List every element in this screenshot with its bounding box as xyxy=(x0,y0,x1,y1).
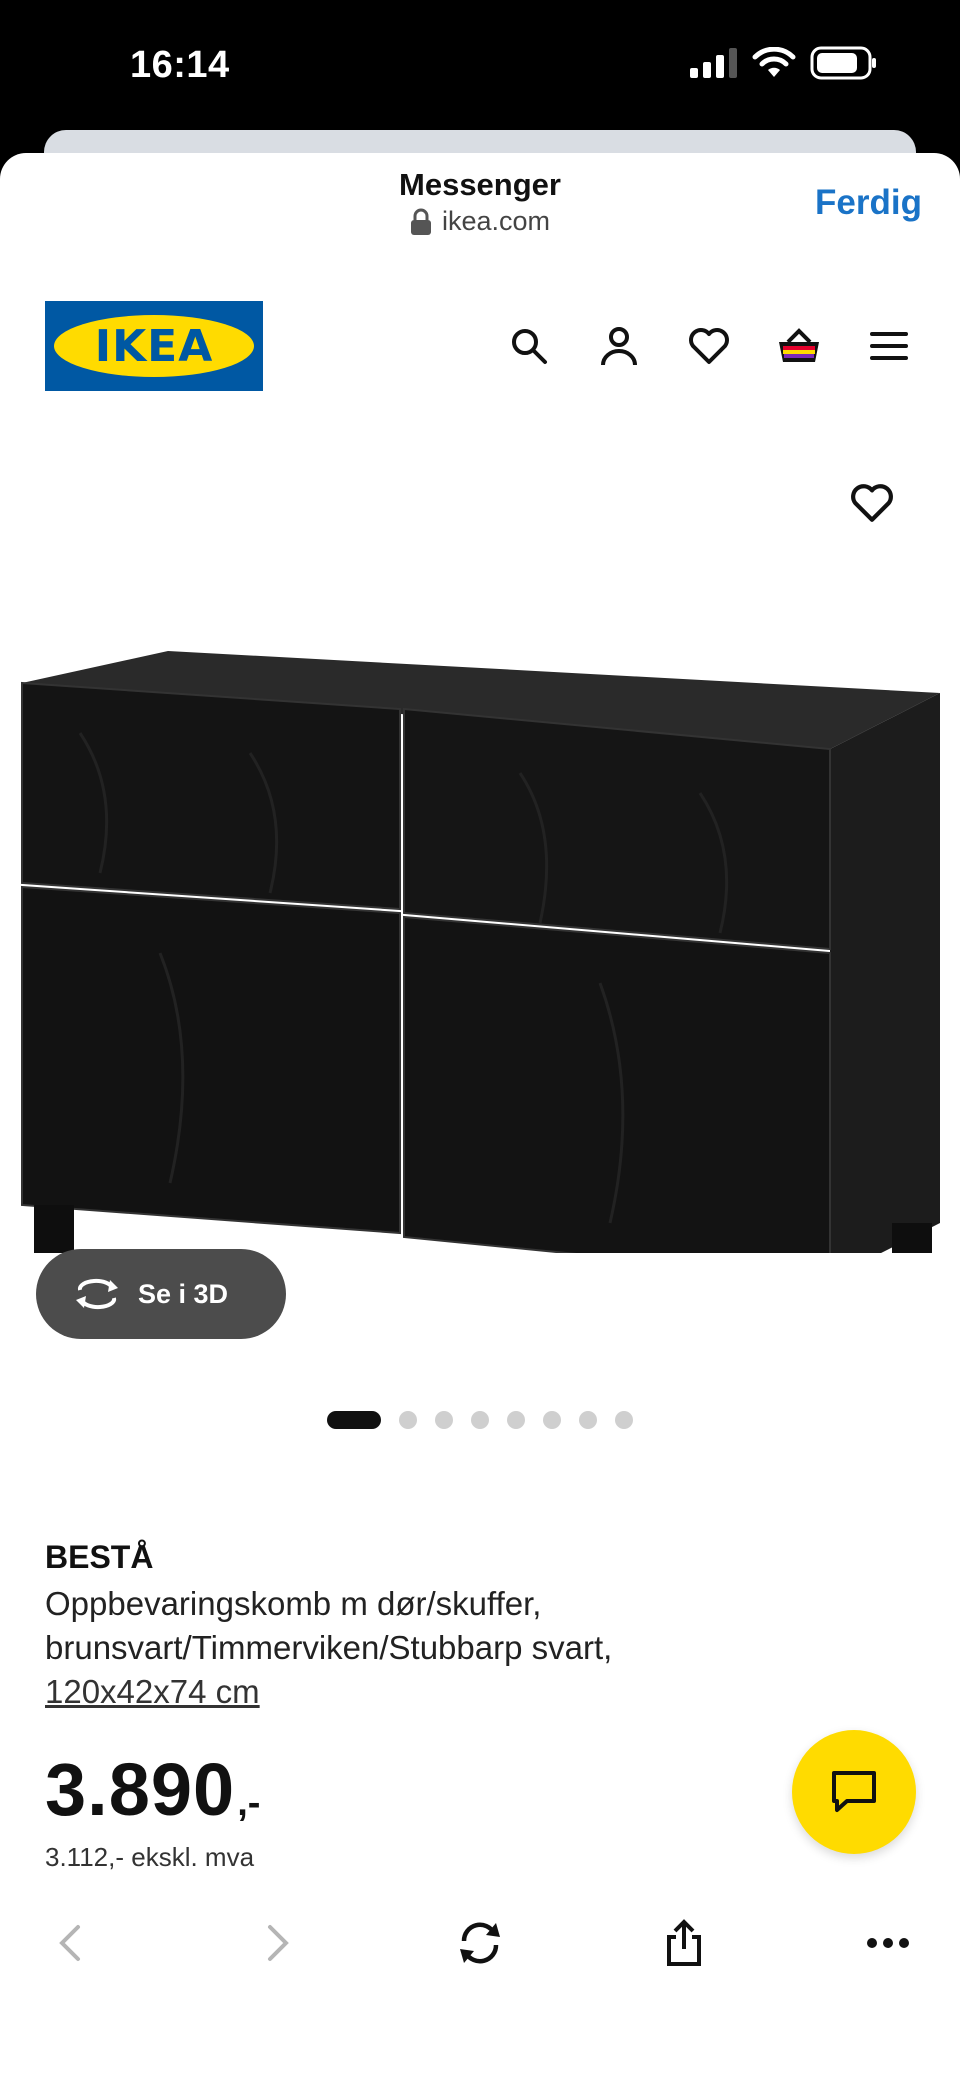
product-description-line1: Oppbevaringskomb m dør/skuffer, xyxy=(45,1585,542,1622)
account-icon[interactable] xyxy=(596,323,642,369)
more-icon[interactable] xyxy=(858,1913,918,1973)
view-3d-button[interactable]: Se i 3D xyxy=(36,1249,286,1339)
back-icon[interactable] xyxy=(40,1913,100,1973)
lock-icon xyxy=(410,208,431,235)
browser-toolbar xyxy=(0,1898,960,1988)
site-nav: IKEA xyxy=(0,301,960,391)
status-time: 16:14 xyxy=(130,44,230,86)
basket-icon[interactable] xyxy=(776,323,822,369)
nav-icons xyxy=(506,323,912,369)
heart-icon[interactable] xyxy=(686,323,732,369)
pagination-dot[interactable] xyxy=(615,1411,633,1429)
price-amount: 3.890 xyxy=(45,1748,236,1831)
pagination-dot[interactable] xyxy=(507,1411,525,1429)
status-icons xyxy=(688,46,878,80)
product-name: BESTÅ xyxy=(45,1539,154,1575)
product-image xyxy=(21,651,940,1253)
reload-icon[interactable] xyxy=(450,1913,510,1973)
logo-text: IKEA xyxy=(94,320,214,372)
ikea-logo[interactable]: IKEA xyxy=(45,301,263,391)
signal-icon xyxy=(690,48,737,78)
price-ex-vat: 3.112,- ekskl. mva xyxy=(45,1842,255,1872)
pagination-dot[interactable] xyxy=(579,1411,597,1429)
price-suffix: ,- xyxy=(237,1782,261,1824)
forward-icon[interactable] xyxy=(248,1913,308,1973)
status-bar: 16:14 xyxy=(0,0,960,140)
chat-button[interactable] xyxy=(792,1730,916,1854)
url-text: ikea.com xyxy=(441,206,551,236)
product-price: 3.890 ,- xyxy=(45,1747,260,1832)
search-icon[interactable] xyxy=(506,323,552,369)
favourite-heart-icon[interactable] xyxy=(850,483,900,533)
menu-icon[interactable] xyxy=(866,323,912,369)
pagination-dot[interactable] xyxy=(471,1411,489,1429)
done-button[interactable]: Ferdig xyxy=(815,183,922,223)
view-3d-label: Se i 3D xyxy=(138,1278,229,1309)
pagination-dot[interactable] xyxy=(399,1411,417,1429)
pagination-dot[interactable] xyxy=(543,1411,561,1429)
browser-header: Messenger ikea.com Ferdig xyxy=(0,153,960,248)
product-size-link[interactable]: 120x42x74 cm xyxy=(45,1670,745,1714)
logo-oval: IKEA xyxy=(54,315,254,377)
product-description-line2: brunsvart/Timmerviken/Stubbarp svart, xyxy=(45,1629,613,1666)
browser-sheet: Messenger ikea.com Ferdig IKEA Se i 3D B… xyxy=(0,153,960,2081)
chat-icon xyxy=(832,1771,876,1812)
pagination-dot-active[interactable] xyxy=(327,1411,381,1429)
gallery-pagination xyxy=(0,1411,960,1429)
share-icon[interactable] xyxy=(654,1913,714,1973)
rotate-3d-icon xyxy=(76,1278,118,1310)
product-gallery[interactable] xyxy=(0,443,960,1303)
product-info: BESTÅ Oppbevaringskomb m dør/skuffer, br… xyxy=(45,1539,745,1714)
battery-icon xyxy=(810,46,876,80)
pagination-dot[interactable] xyxy=(435,1411,453,1429)
wifi-icon xyxy=(752,47,796,77)
